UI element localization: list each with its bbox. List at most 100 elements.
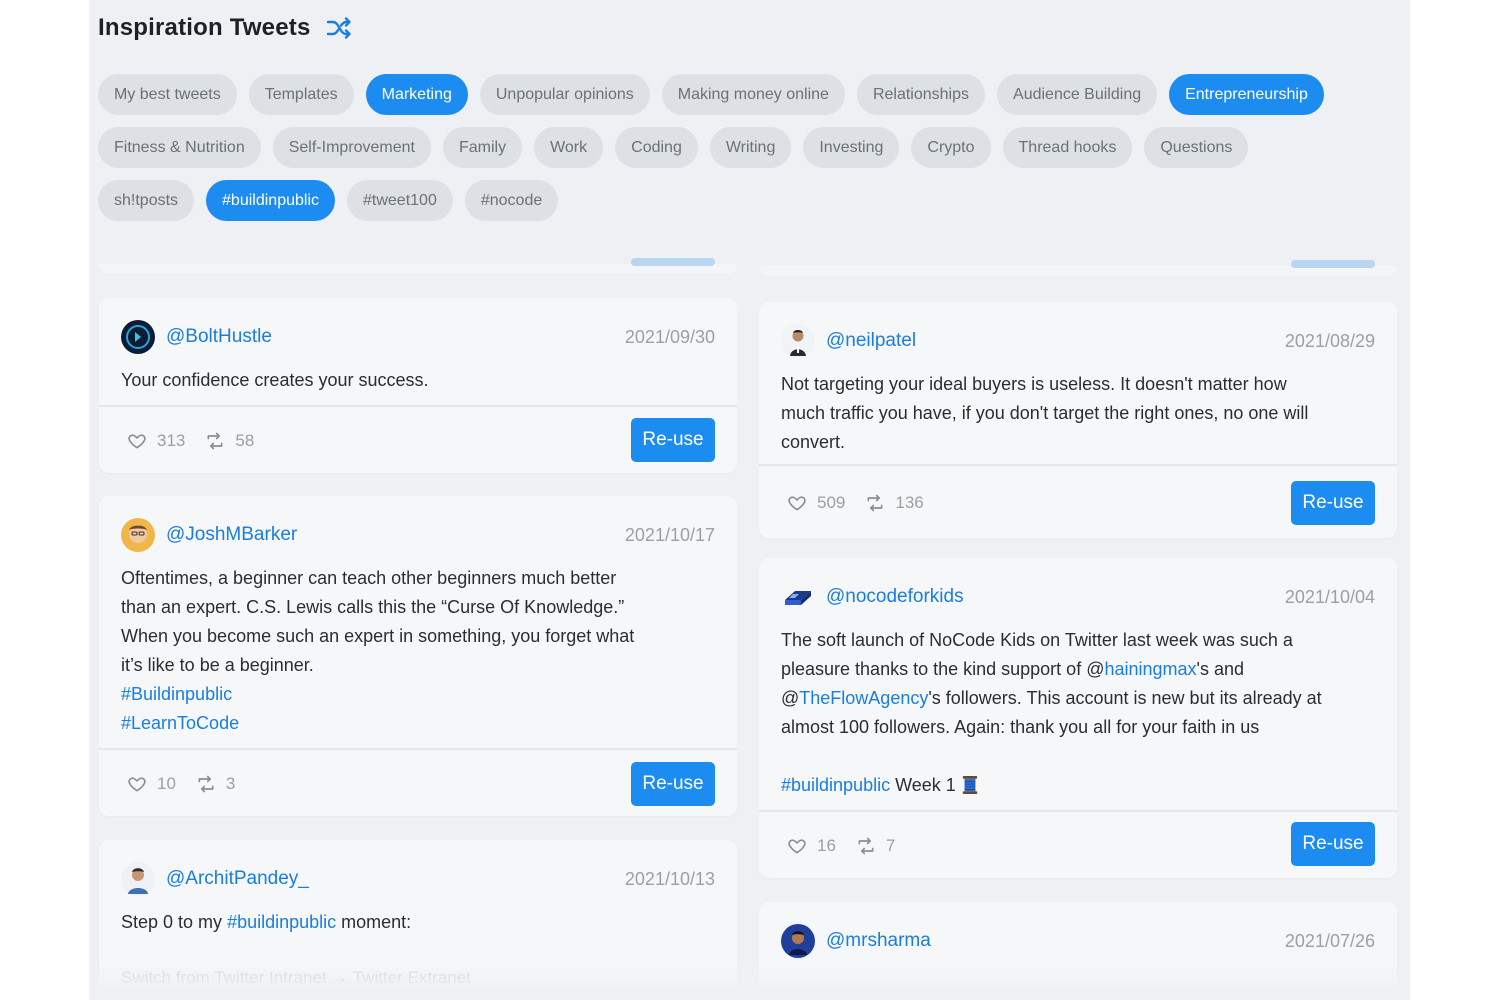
chip-marketing[interactable]: Marketing — [365, 74, 468, 115]
mention-link[interactable]: hainingmax — [1104, 659, 1196, 679]
tweet-header: @ArchitPandey_ 2021/10/13 — [121, 862, 715, 896]
reuse-button[interactable]: Re-use — [631, 418, 715, 462]
tweet-header: @nocodeforkids 2021/10/04 — [781, 580, 1375, 614]
tweet-text-segment: moment: — [336, 912, 412, 932]
chip-nocode[interactable]: #nocode — [464, 180, 559, 221]
chip-work[interactable]: Work — [534, 127, 604, 168]
retweet-icon[interactable] — [856, 836, 876, 856]
chip-investing[interactable]: Investing — [803, 127, 900, 168]
avatar[interactable] — [121, 862, 155, 896]
chip-self-improvement[interactable]: Self-Improvement — [272, 127, 431, 168]
tweet-text-line: #buildinpublic Week 1 — [781, 771, 1377, 804]
tweet-date: 2021/10/13 — [624, 868, 715, 889]
chip-thread-hooks[interactable]: Thread hooks — [1002, 127, 1133, 168]
chip-coding[interactable]: Coding — [615, 127, 698, 168]
chip-templates[interactable]: Templates — [248, 74, 354, 115]
chip-row: Fitness & Nutrition Self-Improvement Fam… — [98, 127, 1408, 168]
tweet-stats: 509 136 — [787, 493, 944, 513]
reuse-button[interactable]: Re-use — [1291, 481, 1375, 525]
tweet-header: @neilpatel 2021/08/29 — [781, 324, 1375, 358]
tweet-header: @mrsharma 2021/07/26 — [781, 924, 1375, 958]
tweet-text-line: The soft launch of NoCode Kids on Twitte… — [781, 630, 1293, 650]
category-chips: My best tweets Templates Marketing Unpop… — [98, 74, 1408, 233]
avatar[interactable] — [121, 518, 155, 552]
tweet-text-line: than an expert. C.S. Lewis calls this th… — [121, 597, 625, 617]
tweet-text-line: Not targeting your ideal buyers is usele… — [781, 374, 1287, 394]
reuse-button[interactable]: Re-use — [631, 762, 715, 806]
hashtag-link[interactable]: #Buildinpublic — [121, 680, 717, 709]
tweet-handle[interactable]: @mrsharma — [826, 930, 931, 952]
tweet-date: 2021/09/30 — [624, 326, 715, 347]
avatar[interactable] — [781, 924, 815, 958]
tweet-text-line — [781, 742, 1377, 771]
reuse-button[interactable]: Re-use — [1291, 822, 1375, 866]
tweet-text-line: Oftentimes, a beginner can teach other b… — [121, 568, 617, 588]
chip-row: sh!tposts #buildinpublic #tweet100 #noco… — [98, 180, 1408, 221]
chip-making-money-online[interactable]: Making money online — [661, 74, 845, 115]
tweet-text-line: it’s like to be a beginner. — [121, 655, 314, 675]
tweet-text-line: much traffic you have, if you don't targ… — [781, 403, 1309, 423]
tweet-text-line: almost 100 followers. Again: thank you a… — [781, 717, 1260, 737]
retweet-icon[interactable] — [205, 431, 225, 451]
tweet-text-segment: pleasure thanks to the kind support of @ — [781, 659, 1105, 679]
hashtag-link[interactable]: #buildinpublic — [227, 912, 336, 932]
tweet-card: @BoltHustle 2021/09/30 Your confidence c… — [99, 298, 737, 473]
tweet-text-line: Your confidence creates your success. — [121, 370, 429, 390]
retweet-icon[interactable] — [196, 774, 216, 794]
chip-my-best-tweets[interactable]: My best tweets — [98, 74, 237, 115]
tweet-handle[interactable]: @ArchitPandey_ — [166, 868, 309, 890]
tweet-header: @BoltHustle 2021/09/30 — [121, 320, 715, 354]
chip-shitposts[interactable]: sh!tposts — [98, 180, 195, 221]
chip-audience-building[interactable]: Audience Building — [997, 74, 1158, 115]
tweet-text-segment: Week 1 — [890, 775, 961, 795]
hashtag-link[interactable]: #LearnToCode — [121, 709, 717, 738]
scroll-indicator — [1291, 260, 1375, 268]
tweet-text-segment: @ — [781, 688, 800, 708]
tweet-card: @neilpatel 2021/08/29 Not targeting your… — [759, 302, 1397, 538]
tweet-handle[interactable]: @neilpatel — [826, 330, 916, 352]
tweet-text-segment: Step 0 to my — [121, 912, 228, 932]
chip-tweet100[interactable]: #tweet100 — [347, 180, 453, 221]
heart-icon[interactable] — [127, 774, 147, 794]
tweet-text-line: Step 0 to my #buildinpublic moment: — [121, 908, 717, 937]
tweet-text-line: convert. — [781, 432, 846, 452]
tweet-card: @JoshMBarker 2021/10/17 Oftentimes, a be… — [99, 496, 737, 816]
inspiration-panel: Inspiration Tweets My best tweets Templa… — [89, 0, 1410, 1000]
like-count: 10 — [157, 774, 176, 793]
tweet-text: Oftentimes, a beginner can teach other b… — [121, 564, 717, 738]
chip-relationships[interactable]: Relationships — [856, 74, 986, 115]
chip-unpopular-opinions[interactable]: Unpopular opinions — [479, 74, 650, 115]
chip-row: My best tweets Templates Marketing Unpop… — [98, 74, 1408, 115]
chip-writing[interactable]: Writing — [709, 127, 792, 168]
tweet-text-line: @TheFlowAgency's followers. This account… — [781, 684, 1377, 713]
tweet-handle[interactable]: @JoshMBarker — [166, 524, 297, 546]
tweet-handle[interactable]: @nocodeforkids — [826, 586, 964, 608]
retweet-icon[interactable] — [865, 493, 885, 513]
shuffle-icon[interactable] — [325, 14, 353, 42]
chip-buildinpublic[interactable]: #buildinpublic — [206, 180, 335, 221]
avatar[interactable] — [121, 320, 155, 354]
tweet-text: Your confidence creates your success. — [121, 366, 717, 395]
tweet-date: 2021/08/29 — [1284, 330, 1375, 351]
avatar[interactable] — [781, 324, 815, 358]
chip-crypto[interactable]: Crypto — [911, 127, 991, 168]
tweet-text-segment: 's followers. This account is new but it… — [928, 688, 1322, 708]
divider — [99, 405, 737, 407]
tweet-text: The soft launch of NoCode Kids on Twitte… — [781, 626, 1377, 804]
mention-link[interactable]: TheFlowAgency — [799, 688, 928, 708]
heart-icon[interactable] — [127, 431, 147, 451]
chip-questions[interactable]: Questions — [1144, 127, 1249, 168]
tweet-card: @mrsharma 2021/07/26 — [759, 902, 1397, 1000]
heart-icon[interactable] — [787, 493, 807, 513]
tweet-card: @nocodeforkids 2021/10/04 The soft launc… — [759, 558, 1397, 878]
hashtag-link[interactable]: #buildinpublic — [781, 775, 890, 795]
chip-fitness-nutrition[interactable]: Fitness & Nutrition — [98, 127, 261, 168]
divider — [759, 464, 1397, 466]
chip-family[interactable]: Family — [442, 127, 523, 168]
tweet-date: 2021/10/04 — [1284, 586, 1375, 607]
avatar[interactable] — [781, 580, 815, 614]
scroll-indicator — [631, 258, 715, 266]
tweet-handle[interactable]: @BoltHustle — [166, 326, 272, 348]
heart-icon[interactable] — [787, 836, 807, 856]
chip-entrepreneurship[interactable]: Entrepreneurship — [1169, 74, 1324, 115]
